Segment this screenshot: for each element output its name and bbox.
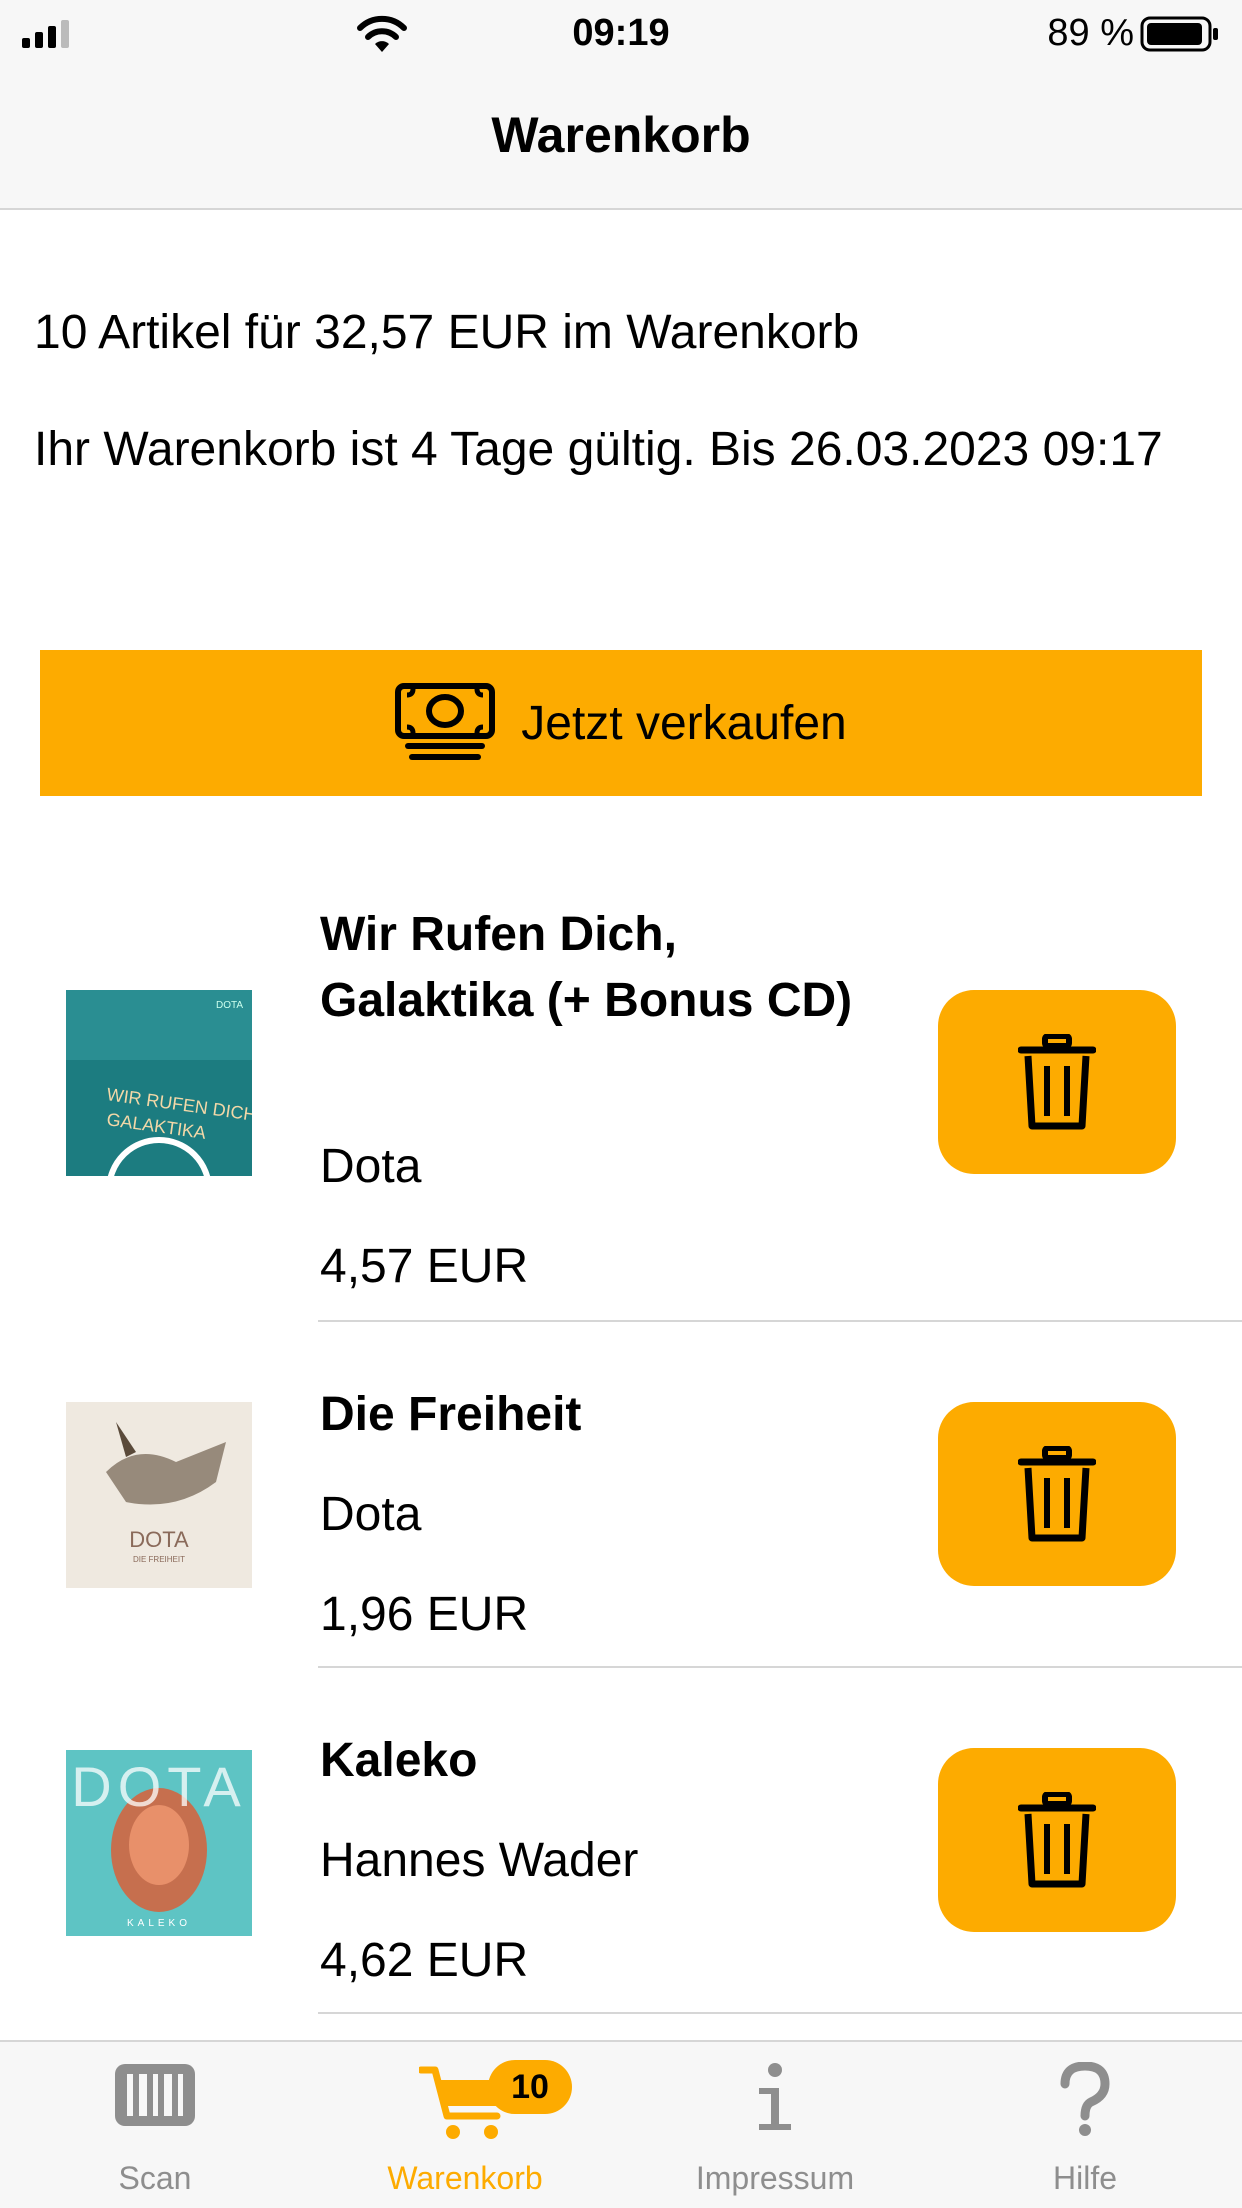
page-title: Warenkorb xyxy=(491,107,751,163)
tab-warenkorb[interactable]: Warenkorb xyxy=(310,2042,620,2208)
barcode-icon xyxy=(115,2064,195,2126)
item-price: 4,62 EUR xyxy=(320,1934,529,1987)
item-price: 4,57 EUR xyxy=(320,1240,529,1293)
tab-impressum[interactable]: Impressum xyxy=(620,2042,930,2208)
tab-label: Warenkorb xyxy=(387,2160,543,2196)
trash-icon xyxy=(1018,1446,1096,1542)
delete-button[interactable] xyxy=(938,1748,1176,1932)
album-cover: DOTA DIE FREIHEIT xyxy=(66,1402,252,1588)
money-icon xyxy=(395,683,496,760)
cart-summary: 10 Artikel für 32,57 EUR im Warenkorb xyxy=(34,306,860,359)
tab-label: Impressum xyxy=(695,2160,855,2196)
album-cover: WIR RUFEN DICH GALAKTIKA DOTA xyxy=(66,990,252,1176)
trash-icon xyxy=(1018,1792,1096,1888)
item-title: Kaleko xyxy=(320,1734,478,1787)
cart-badge: 10 xyxy=(488,2060,572,2114)
trash-icon xyxy=(1018,1034,1096,1130)
tab-label: Hilfe xyxy=(1052,2160,1117,2196)
question-icon xyxy=(1060,2062,1110,2136)
svg-text:KALEKO: KALEKO xyxy=(127,1918,191,1929)
tab-label: Scan xyxy=(118,2160,192,2196)
delete-button[interactable] xyxy=(938,1402,1176,1586)
svg-text:DOTA: DOTA xyxy=(71,1755,246,1818)
cart-item: WIR RUFEN DICH GALAKTIKA DOTA Wir Rufen … xyxy=(0,890,1242,1322)
divider xyxy=(318,2012,1242,2014)
item-artist: Dota xyxy=(320,1488,422,1541)
sell-now-button[interactable]: Jetzt verkaufen xyxy=(40,650,1202,796)
sell-now-label: Jetzt verkaufen xyxy=(521,696,847,750)
album-cover: DOTA KALEKO xyxy=(66,1750,252,1936)
cart-item: DOTA DIE FREIHEIT Die Freiheit Dota 1,96… xyxy=(0,1322,1242,1668)
delete-button[interactable] xyxy=(938,990,1176,1174)
tab-bar: Scan Warenkorb 10 Impressum Hilfe xyxy=(0,2040,1242,2208)
item-artist: Dota xyxy=(320,1140,422,1193)
item-artist: Hannes Wader xyxy=(320,1834,639,1887)
svg-text:DOTA: DOTA xyxy=(129,1527,189,1552)
battery-icon xyxy=(1140,16,1218,52)
cart-validity: Ihr Warenkorb ist 4 Tage gültig. Bis 26.… xyxy=(34,423,1163,476)
info-icon xyxy=(759,2063,791,2130)
svg-text:DOTA: DOTA xyxy=(216,1000,243,1011)
navigation-bar: Warenkorb xyxy=(0,66,1242,210)
svg-text:DIE FREIHEIT: DIE FREIHEIT xyxy=(133,1555,185,1564)
item-price: 1,96 EUR xyxy=(320,1588,529,1641)
tab-scan[interactable]: Scan xyxy=(0,2042,310,2208)
cart-item: DOTA KALEKO Kaleko Hannes Wader 4,62 EUR xyxy=(0,1668,1242,2014)
status-bar: 09:19 89 % xyxy=(0,0,1242,66)
tab-hilfe[interactable]: Hilfe xyxy=(930,2042,1240,2208)
item-title: Die Freiheit xyxy=(320,1388,582,1441)
battery-percent: 89 % xyxy=(1047,12,1134,54)
item-title: Wir Rufen Dich, Galaktika (+ Bonus CD) xyxy=(320,908,853,1027)
